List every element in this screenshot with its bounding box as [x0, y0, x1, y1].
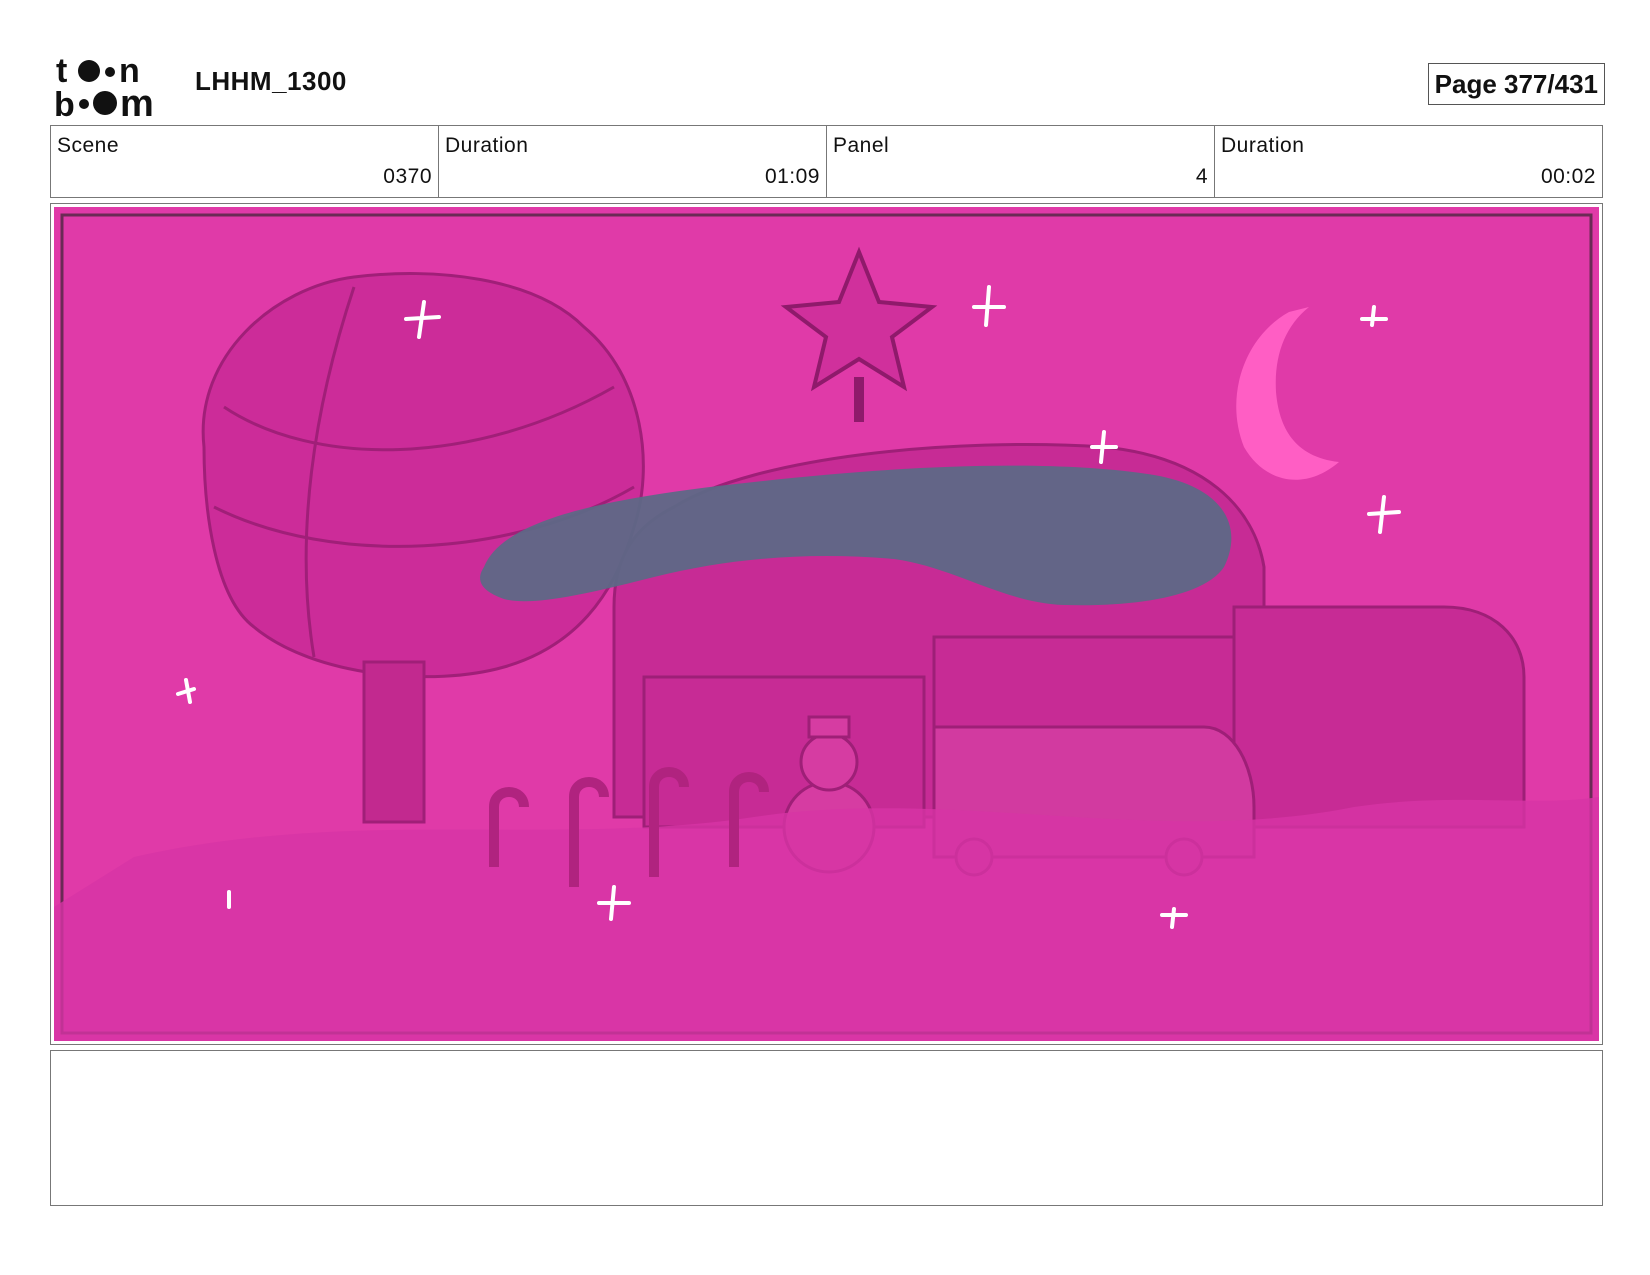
scene-duration-label: Duration: [445, 134, 529, 157]
scene-info-table: Scene 0370 Duration 01:09 Panel 4 Durati…: [50, 125, 1603, 198]
panel-value: 4: [1195, 165, 1208, 188]
panel-cell: Panel 4: [827, 126, 1215, 197]
svg-text:b: b: [54, 86, 75, 118]
storyboard-panel: [50, 203, 1603, 1045]
svg-text:t: t: [56, 54, 67, 90]
svg-text:m: m: [120, 83, 154, 118]
page-counter: Page 377/431: [1427, 63, 1605, 105]
project-title: LHHM_1300: [195, 66, 347, 96]
scene-value: 0370: [383, 165, 432, 188]
panel-duration-cell: Duration 00:02: [1215, 126, 1602, 197]
panel-notes-box[interactable]: [50, 1050, 1603, 1206]
panel-drawing: [54, 207, 1599, 1041]
panel-duration-label: Duration: [1221, 134, 1305, 157]
scene-duration-value: 01:09: [764, 165, 820, 188]
scene-label: Scene: [57, 134, 120, 157]
scene-duration-cell: Duration 01:09: [439, 126, 827, 197]
toonboom-logo: t n b m: [54, 52, 172, 125]
panel-duration-value: 00:02: [1540, 165, 1596, 188]
panel-label: Panel: [833, 134, 890, 157]
scene-cell: Scene 0370: [51, 126, 439, 197]
